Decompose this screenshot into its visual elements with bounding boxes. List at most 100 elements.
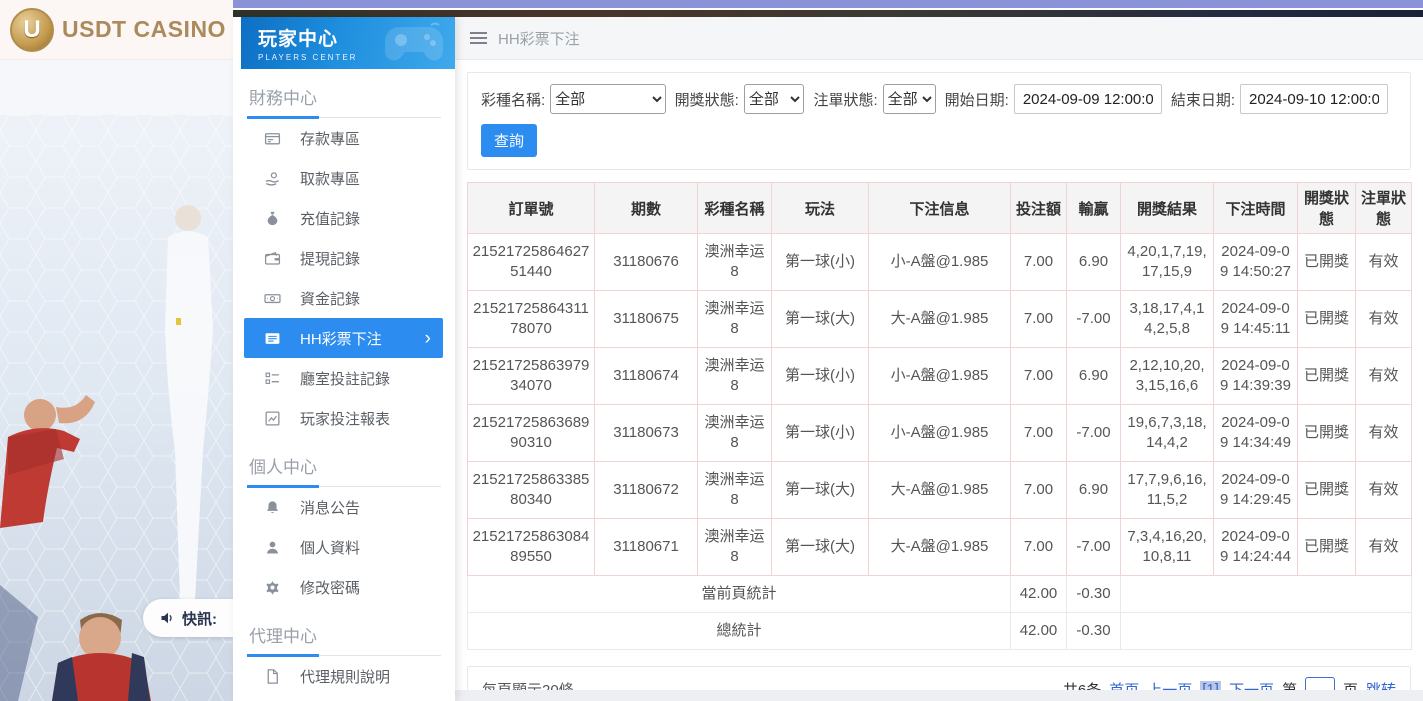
summary-winloss-total: -0.30 <box>1067 576 1121 613</box>
dark-strip <box>233 10 1423 17</box>
table-cell: 2024-09-09 14:39:39 <box>1214 348 1298 405</box>
table-cell: 澳洲幸运8 <box>698 291 772 348</box>
wallet-icon <box>264 250 281 267</box>
section-underline <box>247 654 441 656</box>
sidebar-item-change-password[interactable]: 修改密碼 <box>247 567 441 607</box>
yellow-accent <box>176 318 181 325</box>
sidebar-item-room-bet-records[interactable]: 廳室投註記錄 <box>247 358 441 398</box>
sidebar-item-withdraw[interactable]: 取款專區 <box>247 158 441 198</box>
report-icon <box>264 410 281 427</box>
sidebar-item-label: HH彩票下注 <box>300 328 382 349</box>
gear-icon <box>264 579 281 596</box>
sidebar-item-label: 廳室投註記錄 <box>300 368 390 389</box>
table-cell: 大-A盤@1.985 <box>869 291 1011 348</box>
news-ticker[interactable]: 快訊: <box>143 599 233 637</box>
table-cell: 已開獎 <box>1298 234 1356 291</box>
table-cell: 31180676 <box>595 234 698 291</box>
table-cell: -7.00 <box>1067 405 1121 462</box>
brand-coin-letter: U <box>23 16 40 44</box>
order-status-select[interactable]: 全部 <box>883 84 936 114</box>
lottery-name-label: 彩種名稱: <box>481 89 545 110</box>
table-cell: 澳洲幸运8 <box>698 519 772 576</box>
table-cell: 2024-09-09 14:29:45 <box>1214 462 1298 519</box>
table-cell: 19,6,7,3,18,14,4,2 <box>1121 405 1214 462</box>
user-icon <box>264 539 281 556</box>
sidebar-item-profile[interactable]: 個人資料 <box>247 527 441 567</box>
draw-status-select[interactable]: 全部 <box>744 84 805 114</box>
table-cell: 已開獎 <box>1298 519 1356 576</box>
end-date-input[interactable] <box>1240 84 1388 114</box>
table-header-cell: 注單狀態 <box>1356 183 1412 234</box>
table-cell: 小-A盤@1.985 <box>869 234 1011 291</box>
withdraw-hand-icon <box>264 170 281 187</box>
table-cell: 第一球(小) <box>772 234 869 291</box>
table-header-cell: 開獎狀態 <box>1298 183 1356 234</box>
summary-bet-total: 42.00 <box>1011 576 1067 613</box>
table-cell: 31180672 <box>595 462 698 519</box>
filter-panel: 彩種名稱: 全部 開獎狀態: 全部 注單狀態: 全部 開始日期: 結束日期: 查… <box>467 72 1411 170</box>
summary-bet-total: 42.00 <box>1011 613 1067 650</box>
table-cell: 2024-09-09 14:50:27 <box>1214 234 1298 291</box>
ticket-icon <box>264 330 281 347</box>
sidebar-section-title: 代理中心 <box>247 622 441 647</box>
brand-logo[interactable]: U USDT CASINO <box>0 0 233 60</box>
table-cell: 有效 <box>1356 519 1412 576</box>
summary-row: 總統計42.00-0.30 <box>468 613 1412 650</box>
table-cell: 澳洲幸运8 <box>698 234 772 291</box>
table-row: 215217258636899031031180673澳洲幸运8第一球(小)小-… <box>468 405 1412 462</box>
sidebar-item-agent-rules[interactable]: 代理規則說明 <box>247 656 441 696</box>
table-cell: 2024-09-09 14:34:49 <box>1214 405 1298 462</box>
table-cell: 4,20,1,7,19,17,15,9 <box>1121 234 1214 291</box>
lottery-name-select[interactable]: 全部 <box>550 84 666 114</box>
sidebar-item-hh-lottery-bets[interactable]: HH彩票下注› <box>244 318 443 358</box>
table-cell: 7.00 <box>1011 291 1067 348</box>
table-cell: 已開獎 <box>1298 348 1356 405</box>
table-header-cell: 期數 <box>595 183 698 234</box>
sidebar-item-label: 資金記錄 <box>300 288 360 309</box>
table-cell: 小-A盤@1.985 <box>869 348 1011 405</box>
table-cell: 第一球(小) <box>772 405 869 462</box>
table-cell: 第一球(小) <box>772 348 869 405</box>
sidebar-item-label: 存款專區 <box>300 128 360 149</box>
sidebar-item-label: 消息公告 <box>300 497 360 518</box>
sidebar-section-title: 個人中心 <box>247 453 441 478</box>
sidebar-item-announcements[interactable]: 消息公告 <box>247 487 441 527</box>
clipboard-icon <box>264 370 281 387</box>
table-row: 215217258639793407031180674澳洲幸运8第一球(小)小-… <box>468 348 1412 405</box>
summary-label: 總統計 <box>468 613 1011 650</box>
table-header-cell: 下注時間 <box>1214 183 1298 234</box>
table-header-cell: 投注額 <box>1011 183 1067 234</box>
table-cell: 7.00 <box>1011 234 1067 291</box>
draw-status-label: 開獎狀態: <box>675 89 739 110</box>
table-cell: 7.00 <box>1011 462 1067 519</box>
sidebar-item-funds-records[interactable]: 資金記錄 <box>247 278 441 318</box>
page: U USDT CASINO <box>0 0 1423 701</box>
table-cell: 大-A盤@1.985 <box>869 519 1011 576</box>
sidebar-item-deposit[interactable]: 存款專區 <box>247 118 441 158</box>
table-cell: 2152172586338580340 <box>468 462 595 519</box>
table-header-cell: 下注信息 <box>869 183 1011 234</box>
table-cell: 7,3,4,16,20,10,8,11 <box>1121 519 1214 576</box>
sidebar-item-withdraw-records[interactable]: 提現記錄 <box>247 238 441 278</box>
query-button[interactable]: 查詢 <box>481 124 537 157</box>
table-cell: 第一球(大) <box>772 462 869 519</box>
table-cell: 2152172586397934070 <box>468 348 595 405</box>
table-cell: 6.90 <box>1067 462 1121 519</box>
bottom-strip <box>455 690 1423 701</box>
menu-toggle-icon[interactable] <box>470 32 487 44</box>
table-row: 215217258643117807031180675澳洲幸运8第一球(大)大-… <box>468 291 1412 348</box>
lavender-strip <box>233 0 1423 8</box>
sidebar-item-label: 取款專區 <box>300 168 360 189</box>
table-cell: 31180671 <box>595 519 698 576</box>
sidebar-item-label: 修改密碼 <box>300 577 360 598</box>
start-date-input[interactable] <box>1014 84 1162 114</box>
table-row: 215217258633858034031180672澳洲幸运8第一球(大)大-… <box>468 462 1412 519</box>
sidebar-item-player-bet-report[interactable]: 玩家投注報表 <box>247 398 441 438</box>
sidebar-nav: 財務中心存款專區取款專區充值記錄提現記錄資金記錄HH彩票下注›廳室投註記錄玩家投… <box>233 84 455 696</box>
table-cell: 小-A盤@1.985 <box>869 405 1011 462</box>
table-cell: 6.90 <box>1067 234 1121 291</box>
table-cell: 大-A盤@1.985 <box>869 462 1011 519</box>
sidebar-item-recharge-records[interactable]: 充值記錄 <box>247 198 441 238</box>
table-cell: 2024-09-09 14:24:44 <box>1214 519 1298 576</box>
table-cell: 澳洲幸运8 <box>698 462 772 519</box>
